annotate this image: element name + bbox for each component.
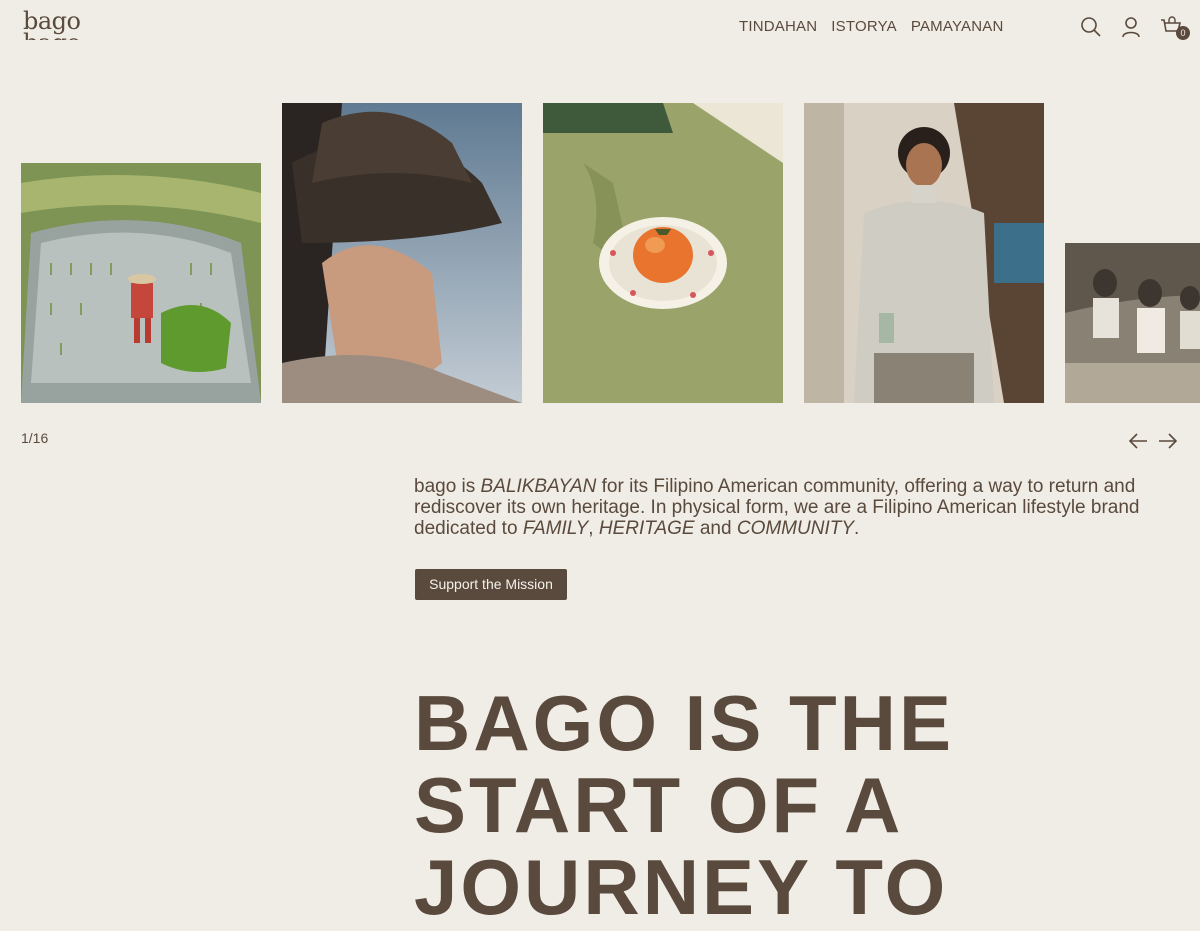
hero-headline: BAGO IS THE START OF A JOURNEY TO [414,679,955,931]
carousel-controls [1128,431,1178,451]
cart-count-badge: 0 [1176,26,1190,40]
slide-rice-terrace[interactable] [21,163,261,403]
main-nav: TINDAHAN ISTORYA PAMAYANAN [739,18,1004,35]
carousel-counter: 1/16 [21,430,49,446]
mission-text-1: bago is [414,476,481,497]
arrow-right-icon[interactable] [1158,431,1178,451]
mission-text-5: . [854,518,860,539]
arrow-left-icon[interactable] [1128,431,1148,451]
account-icon[interactable] [1120,16,1142,38]
slide-bucket-hat[interactable] [282,103,522,403]
logo-text-echo: bago [23,31,81,40]
mission-emphasis-balikbayan: BALIKBAYAN [480,476,597,497]
slide-vintage-family[interactable] [1065,243,1200,403]
mission-text-3: , [588,518,599,539]
mission-emphasis-family: FAMILY [522,518,589,539]
nav-item-istorya[interactable]: ISTORYA [831,18,897,35]
mission-emphasis-heritage: HERITAGE [598,518,695,539]
mission-text-4: and [694,518,737,539]
nav-item-pamayanan[interactable]: PAMAYANAN [911,18,1004,35]
mission-statement: bago is BALIKBAYAN for its Filipino Amer… [414,476,1164,539]
support-mission-button[interactable]: Support the Mission [415,569,567,600]
nav-item-tindahan[interactable]: TINDAHAN [739,18,817,35]
search-icon[interactable] [1080,16,1102,38]
image-carousel[interactable] [0,103,1200,403]
slide-sweatshirt-model[interactable] [804,103,1044,403]
slide-persimmon[interactable] [543,103,783,403]
cart-icon[interactable]: 0 [1160,16,1190,40]
header-icons: 0 [1080,16,1190,40]
logo[interactable]: bago bago [23,10,81,40]
mission-emphasis-community: COMMUNITY [736,518,854,539]
